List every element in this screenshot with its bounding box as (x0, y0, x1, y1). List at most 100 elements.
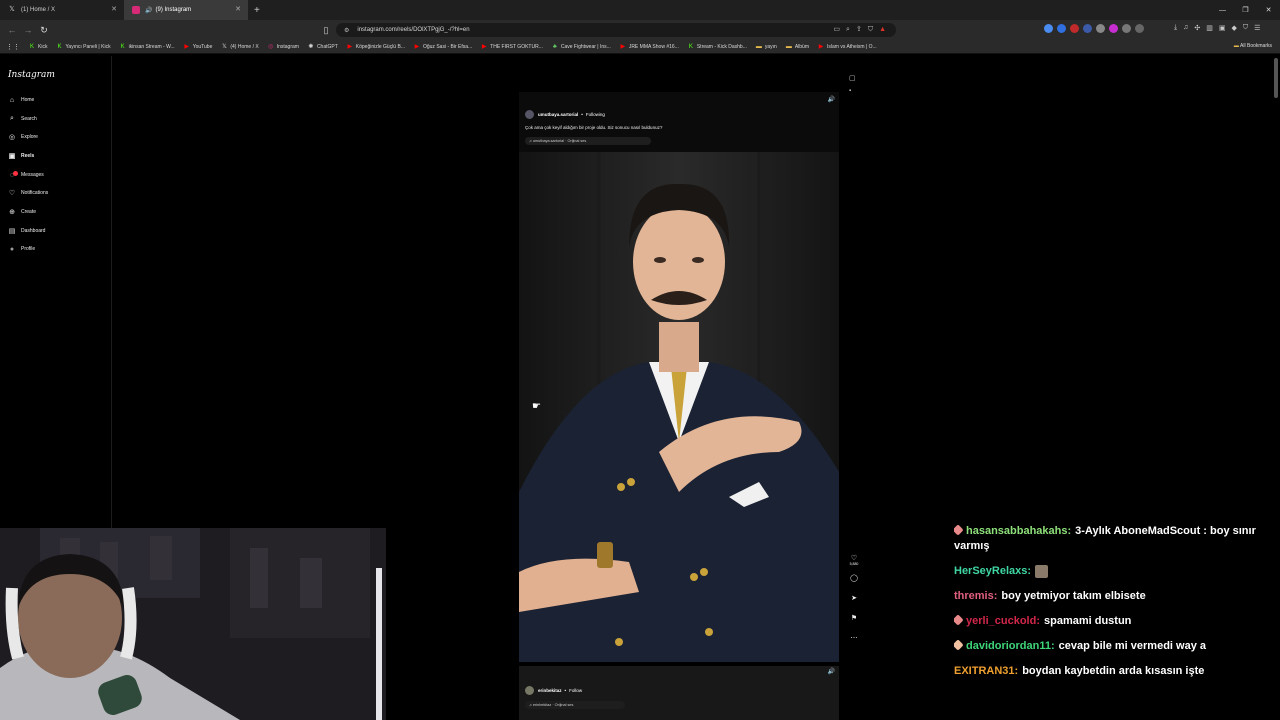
close-icon[interactable]: ✕ (111, 5, 117, 13)
plus-icon: ⊕ (9, 209, 15, 216)
extension-icon[interactable] (1070, 24, 1079, 33)
sidebar-item-notifications[interactable]: ♡ Notifications (8, 187, 48, 199)
shield-icon[interactable]: ⛉ (868, 23, 873, 37)
next-reel[interactable]: erinbekitaz • Follow ♫ erinbekitaz · Ori… (519, 666, 839, 720)
search-icon: ⌕ (10, 115, 14, 122)
video-frame[interactable] (519, 152, 839, 662)
zoom-icon[interactable]: ⌕ (846, 23, 850, 37)
bookmarks-bar: ⋮⋮ K Kick K Yayıncı Paneli | Kick Kikinsan… (0, 40, 1280, 54)
sidebar-item-search[interactable]: ⌕ Search (8, 113, 37, 125)
author-avatar[interactable] (525, 686, 534, 695)
restore-icon[interactable]: ❐ (1234, 0, 1257, 20)
tab-x-home[interactable]: 𝕏 (1) Home / X ✕ (0, 0, 124, 20)
reload-icon[interactable]: ↻ (36, 25, 52, 36)
bookmark-video[interactable]: ▶ Islam vs Atheism | O... (818, 44, 877, 50)
bookmark-icon: ⚑ (850, 615, 858, 622)
volume-icon[interactable]: 🔊 (828, 668, 835, 675)
tab-instagram[interactable]: 🔊 (9) Instagram ✕ (124, 0, 248, 20)
more-icon[interactable]: ▪ (849, 88, 856, 94)
following-button[interactable]: Following (586, 112, 605, 117)
like-button[interactable]: ♡ 5,880 (847, 554, 861, 574)
sidebar-item-profile[interactable]: ● Profile (8, 243, 35, 255)
comment-button[interactable]: ◯ (847, 574, 861, 594)
author-username[interactable]: umutbaya.sartorial (538, 112, 578, 117)
media-icon[interactable]: ♫ (1183, 24, 1188, 32)
bookmark-folder[interactable]: ▬ Albüm (786, 44, 809, 50)
back-icon[interactable]: ← (4, 25, 20, 35)
kick-icon: K (29, 43, 34, 50)
apps-icon[interactable]: ⋮⋮ (6, 43, 20, 51)
shield-icon[interactable]: ⛉ (1243, 24, 1248, 32)
sidebar-item-dashboard[interactable]: ▤ Dashboard (8, 225, 46, 237)
author-avatar[interactable] (525, 110, 534, 119)
bookmark-folder[interactable]: ▬ yayın (756, 44, 777, 50)
youtube-icon: ▶ (620, 43, 626, 50)
extension-icon[interactable] (1135, 24, 1144, 33)
sidebar-item-messages[interactable]: ◌ Messages (8, 169, 44, 181)
download-icon[interactable]: ⤓ (1174, 24, 1177, 32)
sidebar-item-reels[interactable]: ▣ Reels (8, 150, 35, 162)
cast-icon[interactable]: ▭ (833, 23, 840, 37)
sidebar-item-home[interactable]: ⌂ Home (8, 94, 34, 106)
bookmark-chatgpt[interactable]: ✺ ChatGPT (308, 44, 337, 50)
bookmark-video[interactable]: ▶ JRE MMA Show #16... (620, 44, 679, 50)
brave-icon[interactable]: ◆ (1231, 24, 1236, 32)
site-info-icon[interactable]: ⚙ (344, 27, 349, 34)
forward-icon[interactable]: → (20, 25, 36, 35)
bookmark-youtube[interactable]: ▶ YouTube (184, 44, 212, 50)
audio-chip[interactable]: ♫ erinbekitaz · Orijinal ses (525, 701, 625, 709)
new-tab-icon[interactable]: + (254, 5, 260, 16)
warning-icon[interactable]: ▲ (879, 23, 886, 37)
bookmark-icon[interactable]: ▯ (318, 25, 334, 36)
extension-icon[interactable] (1122, 24, 1131, 33)
folder-icon: ▬ (755, 43, 762, 50)
extension-icon[interactable] (1057, 24, 1066, 33)
extension-icon[interactable] (1083, 24, 1092, 33)
follow-button[interactable]: Follow (569, 688, 582, 693)
address-bar[interactable]: ⚙ instagram.com/reels/DOlXTPgjG_-/?hl=en… (336, 23, 896, 37)
puzzle-icon[interactable]: ✣ (1194, 24, 1200, 32)
bookmark-cave[interactable]: ♣ Cave Fightwear | Ins... (552, 44, 611, 50)
sidepanel-icon[interactable]: ▥ (1206, 24, 1213, 32)
bookmark-x[interactable]: 𝕏 (4) Home / X (221, 44, 259, 50)
bookmark-video[interactable]: ▶ Oğuz Sasi - Bir Efsa... (414, 44, 473, 50)
more-button[interactable]: ⋯ (847, 634, 861, 654)
close-icon[interactable]: ✕ (235, 5, 241, 13)
sidepanel-icon[interactable]: ▢ (849, 74, 856, 82)
extension-icon[interactable] (1044, 24, 1053, 33)
extension-icon[interactable] (1096, 24, 1105, 33)
instagram-logo[interactable]: Instagram (8, 70, 55, 80)
emote-icon (1035, 564, 1049, 578)
sidebar-item-create[interactable]: ⊕ Create (8, 206, 36, 218)
chat-message: yerli_cuckold: spamami dustun (954, 614, 1270, 629)
bookmark-instagram[interactable]: ◎ Instagram (268, 44, 299, 50)
sidebar-item-explore[interactable]: ◎ Explore (8, 131, 38, 143)
share-icon[interactable]: ⇪ (856, 23, 862, 37)
share-button[interactable]: ➤ (847, 594, 861, 614)
bookmark-video[interactable]: ▶ THE FIRST GOKTUR... (481, 44, 543, 50)
bookmark-kick-panel[interactable]: K Yayıncı Paneli | Kick (56, 44, 110, 50)
audio-chip[interactable]: ♫ umutbaya.sartorial · Orijinal ses (525, 137, 651, 145)
close-window-icon[interactable]: ✕ (1257, 0, 1280, 20)
extension-icon[interactable] (1109, 24, 1118, 33)
reel-caption: Çok ama çok keyif aldığım bir proje oldu… (525, 125, 663, 130)
avatar-icon: ● (9, 245, 15, 253)
reel-video[interactable]: umutbaya.sartorial • Following Çok ama ç… (519, 92, 839, 662)
reel-top-controls: ▢ ▪ (849, 74, 856, 94)
bookmark-kick-dash[interactable]: K Stream - Kick Dashb... (688, 44, 747, 50)
bookmark-kick[interactable]: K Kick (29, 44, 47, 50)
minimize-icon[interactable]: — (1211, 0, 1234, 20)
tab-title: (9) Instagram (155, 7, 192, 13)
volume-icon[interactable]: 🔊 (828, 96, 835, 103)
bookmark-stream[interactable]: Kikinsan Stream - W... (120, 44, 175, 50)
menu-icon[interactable]: ☰ (1254, 24, 1260, 32)
wallet-icon[interactable]: ▣ (1219, 24, 1226, 32)
youtube-icon: ▶ (347, 43, 353, 50)
all-bookmarks[interactable]: ▬ All Bookmarks (1234, 43, 1272, 49)
youtube-icon: ▶ (481, 43, 487, 50)
author-username[interactable]: erinbekitaz (538, 688, 562, 693)
bookmark-video[interactable]: ▶ Köpeğinizle Güçlü B... (347, 44, 405, 50)
scrollbar[interactable] (1274, 58, 1278, 98)
chat-message: hasansabbahakahs: 3-Aylık AboneMadScout :… (954, 524, 1256, 552)
save-button[interactable]: ⚑ (847, 614, 861, 634)
